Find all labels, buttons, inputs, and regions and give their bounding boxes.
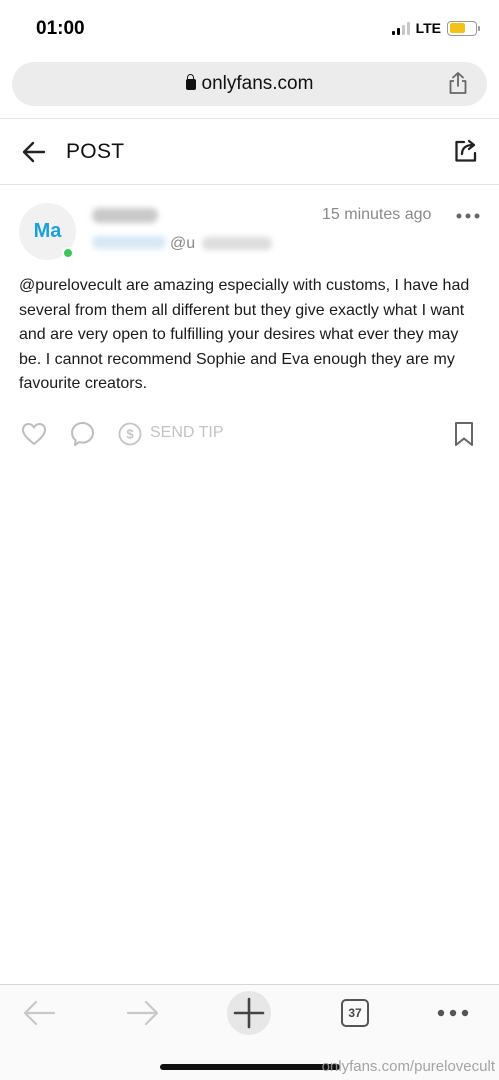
new-tab-button[interactable] bbox=[227, 991, 271, 1035]
battery-icon bbox=[447, 20, 480, 36]
arrow-left-icon[interactable] bbox=[22, 141, 46, 163]
author-handle-suffix-redacted bbox=[202, 237, 272, 250]
more-menu-icon[interactable] bbox=[437, 1009, 469, 1017]
share-icon[interactable] bbox=[447, 71, 469, 95]
post-body: @purelovecult are amazing especially wit… bbox=[19, 277, 470, 392]
url-display[interactable]: onlyfans.com bbox=[12, 73, 487, 95]
send-tip-button[interactable]: SEND TIP bbox=[150, 424, 224, 442]
author-name-redacted[interactable] bbox=[92, 208, 158, 223]
tabs-count: 37 bbox=[348, 1006, 362, 1020]
page-title: POST bbox=[66, 140, 125, 163]
post-header: POST bbox=[0, 118, 499, 185]
status-bar: 01:00 LTE bbox=[0, 0, 499, 58]
plus-icon bbox=[233, 997, 265, 1029]
status-icons: LTE bbox=[391, 20, 480, 36]
watermark-text: onlyfans.com/purelovecult bbox=[321, 1058, 495, 1075]
network-type: LTE bbox=[415, 20, 441, 36]
online-status-dot bbox=[62, 247, 74, 259]
comment-icon[interactable] bbox=[70, 421, 95, 447]
heart-icon[interactable] bbox=[21, 422, 47, 446]
dollar-circle-icon[interactable]: $ bbox=[118, 422, 142, 446]
author-handle-prefix: @u bbox=[170, 235, 196, 252]
avatar-initials: Ma bbox=[33, 220, 62, 242]
status-time: 01:00 bbox=[36, 18, 85, 39]
post-timestamp: 15 minutes ago bbox=[322, 206, 432, 223]
lock-icon bbox=[185, 74, 196, 90]
avatar[interactable]: Ma bbox=[19, 203, 76, 260]
bookmark-icon[interactable] bbox=[454, 421, 474, 447]
browser-back-icon[interactable] bbox=[22, 999, 56, 1027]
svg-text:$: $ bbox=[126, 427, 134, 442]
url-text: onlyfans.com bbox=[201, 73, 314, 94]
tabs-button[interactable]: 37 bbox=[341, 999, 369, 1027]
address-bar[interactable]: onlyfans.com bbox=[12, 62, 487, 106]
share-external-icon[interactable] bbox=[453, 138, 479, 164]
more-options-icon[interactable] bbox=[456, 213, 480, 219]
signal-icon bbox=[391, 21, 410, 35]
browser-forward-icon[interactable] bbox=[126, 999, 160, 1027]
author-handle-redacted[interactable] bbox=[92, 236, 166, 249]
post-actions: $ SEND TIP bbox=[19, 418, 481, 450]
home-indicator[interactable] bbox=[160, 1064, 340, 1070]
